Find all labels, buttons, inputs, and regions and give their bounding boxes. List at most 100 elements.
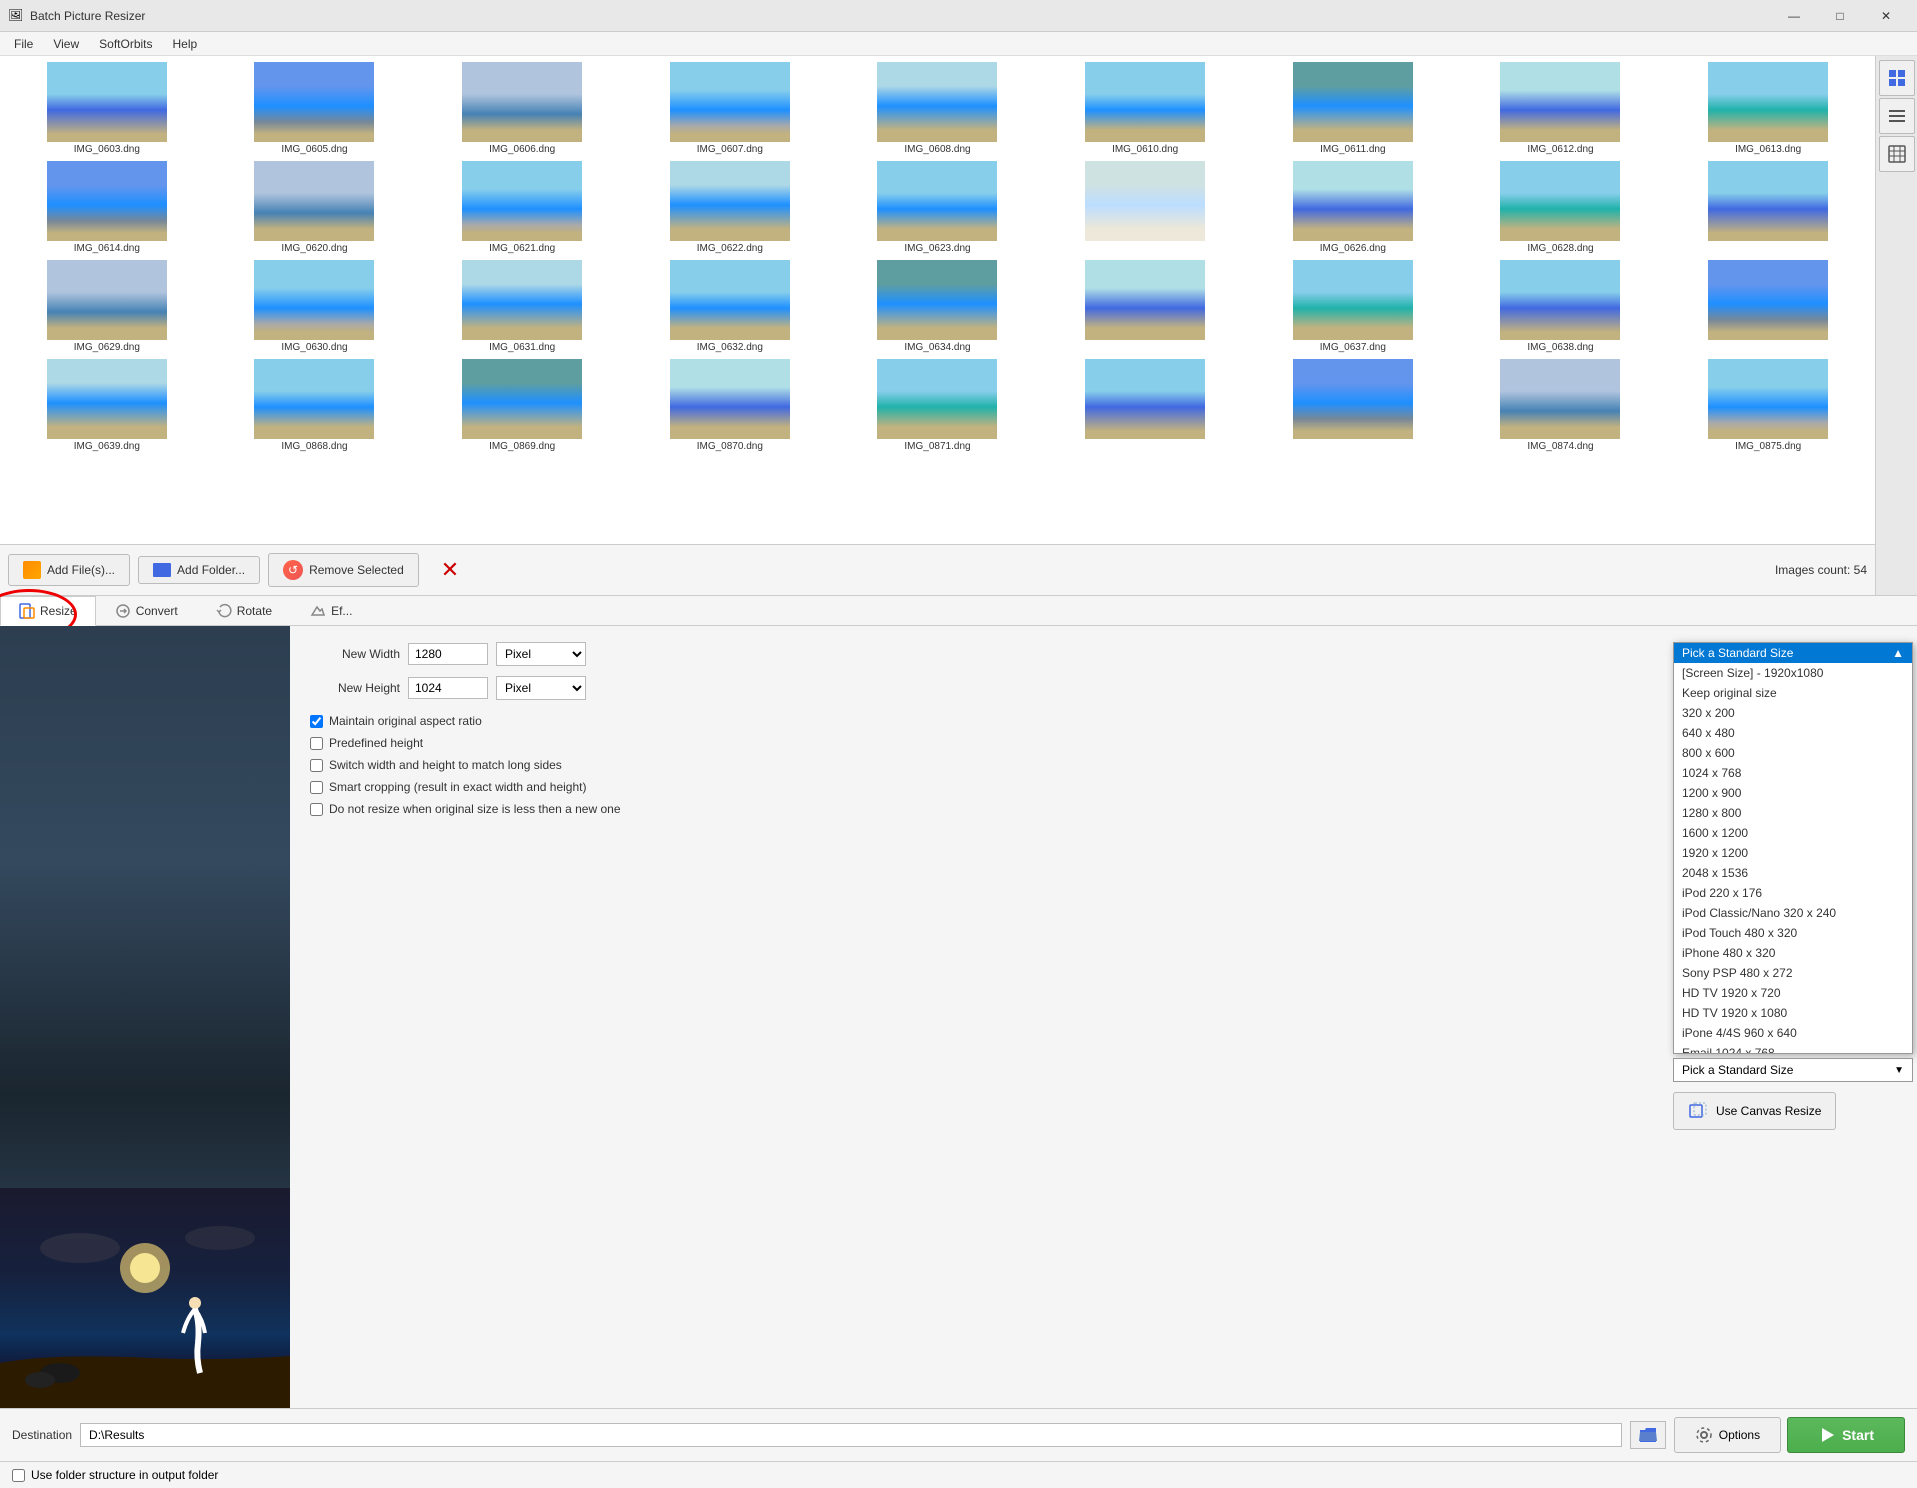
maintain-ratio-label: Maintain original aspect ratio [329,714,482,728]
image-cell[interactable]: IMG_0629.dng [4,258,210,355]
delete-icon: ✕ [441,557,459,583]
image-cell[interactable]: IMG_0868.dng [212,357,418,454]
dropdown-item-ipod220[interactable]: iPod 220 x 176 [1674,883,1912,903]
dropdown-item-1200x900[interactable]: 1200 x 900 [1674,783,1912,803]
menu-help[interactable]: Help [163,35,208,53]
use-folder-structure-checkbox[interactable] [12,1469,25,1482]
dropdown-item-320x200[interactable]: 320 x 200 [1674,703,1912,723]
image-cell[interactable]: IMG_0875.dng [1665,357,1871,454]
options-button[interactable]: Options [1674,1417,1781,1453]
height-unit-select[interactable]: Pixel Percent cm inch [496,676,586,700]
image-cell[interactable] [1665,258,1871,355]
maximize-button[interactable]: □ [1817,0,1863,32]
image-cell[interactable]: IMG_0611.dng [1250,60,1456,157]
std-size-select[interactable]: Pick a Standard Size ▼ [1673,1058,1913,1082]
image-cell[interactable]: IMG_0874.dng [1458,357,1664,454]
maintain-ratio-checkbox[interactable] [310,715,323,728]
image-cell[interactable]: IMG_0614.dng [4,159,210,256]
calendar-view-button[interactable] [1879,136,1915,172]
image-cell[interactable]: IMG_0638.dng [1458,258,1664,355]
minimize-button[interactable]: — [1771,0,1817,32]
dropdown-item-1280x800[interactable]: 1280 x 800 [1674,803,1912,823]
image-cell[interactable]: IMG_0606.dng [419,60,625,157]
tab-resize[interactable]: Resize [0,596,96,626]
close-button[interactable]: ✕ [1863,0,1909,32]
dropdown-item-keeporig[interactable]: Keep original size [1674,683,1912,703]
image-label: IMG_0621.dng [489,243,555,254]
dropdown-item-2048x1536[interactable]: 2048 x 1536 [1674,863,1912,883]
no-upscale-checkbox[interactable] [310,803,323,816]
image-cell[interactable]: IMG_0626.dng [1250,159,1456,256]
dropdown-item-hdtv720[interactable]: HD TV 1920 x 720 [1674,983,1912,1003]
dropdown-item-640x480[interactable]: 640 x 480 [1674,723,1912,743]
image-cell[interactable]: IMG_0628.dng [1458,159,1664,256]
destination-input[interactable] [80,1423,1622,1447]
dropdown-item-sonypsp[interactable]: Sony PSP 480 x 272 [1674,963,1912,983]
remove-selected-button[interactable]: ↺ Remove Selected [268,553,419,587]
add-folder-button[interactable]: Add Folder... [138,556,260,584]
new-width-input[interactable] [408,643,488,665]
image-cell[interactable]: IMG_0631.dng [419,258,625,355]
grid-view-button[interactable] [1879,60,1915,96]
dropdown-item-1600x1200[interactable]: 1600 x 1200 [1674,823,1912,843]
image-cell[interactable]: IMG_0630.dng [212,258,418,355]
image-cell[interactable] [1250,357,1456,454]
image-cell[interactable]: IMG_0622.dng [627,159,833,256]
dropdown-item-1920x1200[interactable]: 1920 x 1200 [1674,843,1912,863]
dropdown-header-item[interactable]: Pick a Standard Size ▲ [1674,643,1912,663]
list-view-button[interactable] [1879,98,1915,134]
dropdown-item-hdtv1080[interactable]: HD TV 1920 x 1080 [1674,1003,1912,1023]
menu-view[interactable]: View [43,35,89,53]
image-cell[interactable]: IMG_0632.dng [627,258,833,355]
tab-rotate[interactable]: Rotate [197,596,291,625]
menu-file[interactable]: File [4,35,43,53]
image-cell[interactable]: IMG_0637.dng [1250,258,1456,355]
image-cell[interactable]: IMG_0603.dng [4,60,210,157]
dropdown-item-ipodclassic[interactable]: iPod Classic/Nano 320 x 240 [1674,903,1912,923]
image-cell[interactable]: IMG_0607.dng [627,60,833,157]
image-cell[interactable]: IMG_0639.dng [4,357,210,454]
dropdown-item-ipodtouch[interactable]: iPod Touch 480 x 320 [1674,923,1912,943]
image-cell[interactable] [1665,159,1871,256]
image-cell[interactable]: IMG_0605.dng [212,60,418,157]
add-files-button[interactable]: Add File(s)... [8,554,130,586]
tab-effects[interactable]: Ef... [291,596,371,625]
dropdown-scroll-area[interactable]: [Screen Size] - 1920x1080 Keep original … [1674,663,1912,1053]
image-cell[interactable]: IMG_0621.dng [419,159,625,256]
standard-size-area: Pick a Standard Size ▲ [Screen Size] - 1… [1657,626,1917,1408]
predefined-height-checkbox[interactable] [310,737,323,750]
new-height-input[interactable] [408,677,488,699]
dropdown-item-800x600[interactable]: 800 x 600 [1674,743,1912,763]
menu-softorbits[interactable]: SoftOrbits [89,35,162,53]
smart-crop-checkbox[interactable] [310,781,323,794]
image-cell[interactable] [1042,258,1248,355]
dropdown-item-screen[interactable]: [Screen Size] - 1920x1080 [1674,663,1912,683]
destination-folder-button[interactable] [1630,1421,1666,1449]
image-cell[interactable]: IMG_0869.dng [419,357,625,454]
dropdown-item-email[interactable]: Email 1024 x 768 [1674,1043,1912,1053]
dropdown-item-iphone4s[interactable]: iPone 4/4S 960 x 640 [1674,1023,1912,1043]
dropdown-item-1024x768[interactable]: 1024 x 768 [1674,763,1912,783]
image-cell[interactable]: IMG_0871.dng [835,357,1041,454]
image-grid-container[interactable]: IMG_0603.dng IMG_0605.dng IMG_0606.dng I… [0,56,1875,544]
dropdown-item-iphone480[interactable]: iPhone 480 x 320 [1674,943,1912,963]
start-button[interactable]: Start [1787,1417,1905,1453]
image-cell[interactable]: IMG_0620.dng [212,159,418,256]
tab-convert[interactable]: Convert [96,596,197,625]
width-unit-select[interactable]: Pixel Percent cm inch [496,642,586,666]
switch-wh-label: Switch width and height to match long si… [329,758,562,772]
image-cell[interactable] [1042,159,1248,256]
new-height-label: New Height [310,681,400,695]
switch-wh-checkbox[interactable] [310,759,323,772]
image-cell[interactable]: IMG_0634.dng [835,258,1041,355]
image-cell[interactable] [1042,357,1248,454]
delete-button[interactable]: ✕ [427,551,473,589]
image-cell[interactable]: IMG_0610.dng [1042,60,1248,157]
dropdown-chevron-icon: ▼ [1894,1065,1904,1076]
canvas-resize-button[interactable]: Use Canvas Resize [1673,1092,1836,1130]
image-cell[interactable]: IMG_0870.dng [627,357,833,454]
image-cell[interactable]: IMG_0612.dng [1458,60,1664,157]
image-cell[interactable]: IMG_0613.dng [1665,60,1871,157]
image-cell[interactable]: IMG_0608.dng [835,60,1041,157]
image-cell[interactable]: IMG_0623.dng [835,159,1041,256]
